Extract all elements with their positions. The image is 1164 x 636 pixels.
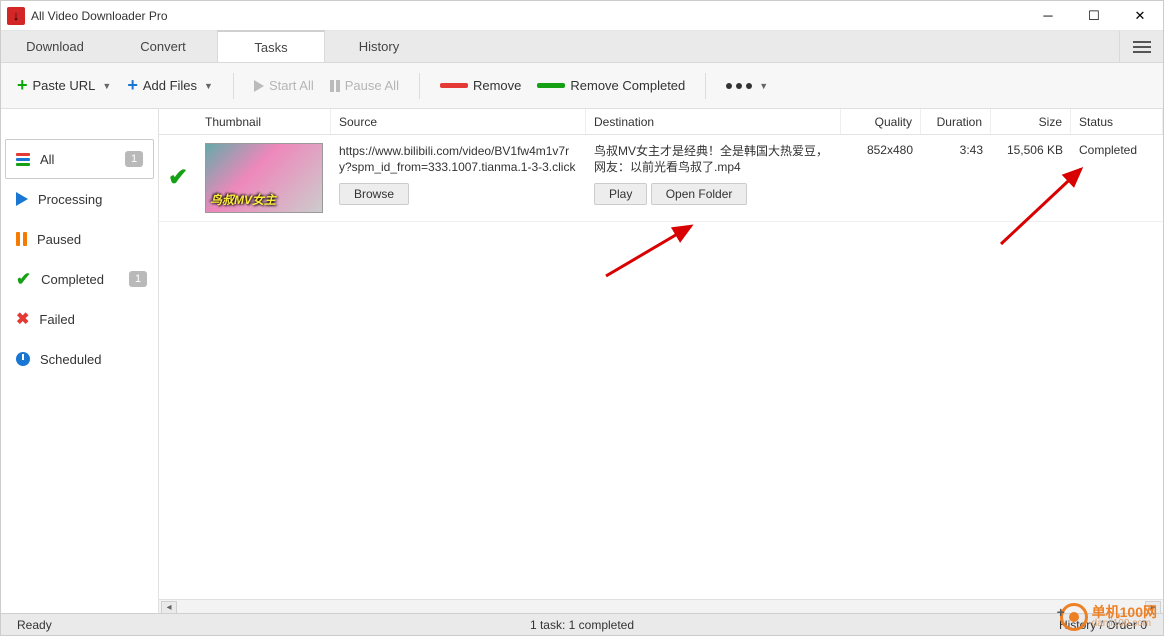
column-status[interactable]: Status	[1071, 109, 1163, 134]
status-left: Ready	[7, 618, 62, 632]
column-destination[interactable]: Destination	[586, 109, 841, 134]
tab-tasks[interactable]: Tasks	[217, 30, 325, 62]
play-button[interactable]: Play	[594, 183, 647, 205]
sidebar-item-failed[interactable]: ✖ Failed	[1, 299, 158, 339]
separator	[419, 73, 420, 99]
sidebar-item-label: Completed	[41, 272, 104, 287]
remove-button[interactable]: Remove	[434, 74, 527, 97]
row-status-icon-cell: ✔	[159, 143, 197, 213]
chevron-down-icon: ▼	[204, 81, 213, 91]
browse-button[interactable]: Browse	[339, 183, 409, 205]
main-tabs: Download Convert Tasks History	[1, 31, 1163, 63]
destination-file: 鸟叔MV女主才是经典！全是韩国大热爱豆，网友：以前光看鸟叔了.mp4	[594, 143, 833, 175]
check-icon: ✔	[168, 163, 188, 192]
sidebar-item-label: All	[40, 152, 54, 167]
sidebar-item-all[interactable]: All 1	[5, 139, 154, 179]
paste-url-label: Paste URL	[33, 78, 96, 93]
remove-completed-button[interactable]: Remove Completed	[531, 74, 691, 97]
cell-duration: 3:43	[921, 143, 991, 213]
chevron-down-icon: ▼	[102, 81, 111, 91]
window-title: All Video Downloader Pro	[31, 9, 1025, 23]
play-icon	[16, 192, 28, 206]
cell-thumbnail: 鸟叔MV女主	[197, 143, 331, 213]
remove-label: Remove	[473, 78, 521, 93]
remove-completed-label: Remove Completed	[570, 78, 685, 93]
remove-completed-icon	[537, 83, 565, 88]
pause-all-label: Pause All	[345, 78, 399, 93]
column-source[interactable]: Source	[331, 109, 586, 134]
paste-url-button[interactable]: + Paste URL ▼	[11, 71, 117, 100]
more-menu-button[interactable]: ▼	[720, 77, 774, 95]
watermark-icon: +	[1060, 603, 1088, 631]
table-row[interactable]: ✔ 鸟叔MV女主 https://www.bilibili.com/video/…	[159, 135, 1163, 222]
sidebar-item-label: Scheduled	[40, 352, 101, 367]
check-icon: ✔	[16, 269, 31, 290]
sidebar-item-label: Processing	[38, 192, 102, 207]
count-badge: 1	[129, 271, 147, 287]
cell-destination: 鸟叔MV女主才是经典！全是韩国大热爱豆，网友：以前光看鸟叔了.mp4 Play …	[586, 143, 841, 213]
separator	[705, 73, 706, 99]
sidebar-item-processing[interactable]: Processing	[1, 179, 158, 219]
x-icon: ✖	[16, 309, 29, 329]
column-size[interactable]: Size	[991, 109, 1071, 134]
count-badge: 1	[125, 151, 143, 167]
pause-icon	[330, 80, 340, 92]
status-center: 1 task: 1 completed	[520, 618, 644, 632]
window-close-button[interactable]: ✕	[1117, 1, 1163, 31]
cell-source: https://www.bilibili.com/video/BV1fw4m1v…	[331, 143, 586, 213]
watermark-domain: danji100.com	[1092, 619, 1157, 629]
cell-size: 15,506 KB	[991, 143, 1071, 213]
tab-history[interactable]: History	[325, 31, 433, 62]
start-all-button[interactable]: Start All	[248, 74, 320, 97]
add-files-button[interactable]: + Add Files ▼	[121, 71, 219, 100]
column-duration[interactable]: Duration	[921, 109, 991, 134]
all-icon	[16, 153, 30, 166]
clock-icon	[16, 352, 30, 366]
watermark-name: 单机100网	[1092, 605, 1157, 619]
sidebar-item-label: Failed	[39, 312, 74, 327]
sidebar: All 1 Processing Paused ✔ Completed 1 ✖ …	[1, 109, 159, 615]
thumbnail-caption: 鸟叔MV女主	[210, 191, 276, 208]
pause-icon	[16, 232, 27, 246]
plus-icon: +	[127, 75, 138, 96]
sidebar-item-label: Paused	[37, 232, 81, 247]
hamburger-menu-button[interactable]	[1119, 31, 1163, 62]
sidebar-item-scheduled[interactable]: Scheduled	[1, 339, 158, 379]
titlebar: ↓ All Video Downloader Pro ─ ☐ ✕	[1, 1, 1163, 31]
more-icon	[726, 83, 752, 89]
window-maximize-button[interactable]: ☐	[1071, 1, 1117, 31]
source-url: https://www.bilibili.com/video/BV1fw4m1v…	[339, 143, 578, 175]
video-thumbnail: 鸟叔MV女主	[205, 143, 323, 213]
cell-status: Completed	[1071, 143, 1163, 213]
main-area: All 1 Processing Paused ✔ Completed 1 ✖ …	[1, 109, 1163, 615]
tab-download[interactable]: Download	[1, 31, 109, 62]
start-all-label: Start All	[269, 78, 314, 93]
table-header: Thumbnail Source Destination Quality Dur…	[159, 109, 1163, 135]
cell-quality: 852x480	[841, 143, 921, 213]
column-thumbnail[interactable]: Thumbnail	[197, 109, 331, 134]
sidebar-item-paused[interactable]: Paused	[1, 219, 158, 259]
app-logo-icon: ↓	[7, 7, 25, 25]
hamburger-icon	[1133, 41, 1151, 53]
task-table: Thumbnail Source Destination Quality Dur…	[159, 109, 1163, 615]
play-icon	[254, 80, 264, 92]
sidebar-item-completed[interactable]: ✔ Completed 1	[1, 259, 158, 299]
open-folder-button[interactable]: Open Folder	[651, 183, 748, 205]
add-files-label: Add Files	[143, 78, 197, 93]
window-minimize-button[interactable]: ─	[1025, 1, 1071, 31]
remove-icon	[440, 83, 468, 88]
statusbar: Ready 1 task: 1 completed History / Orde…	[1, 613, 1163, 635]
plus-icon: +	[17, 75, 28, 96]
toolbar: + Paste URL ▼ + Add Files ▼ Start All Pa…	[1, 63, 1163, 109]
tab-convert[interactable]: Convert	[109, 31, 217, 62]
chevron-down-icon: ▼	[759, 81, 768, 91]
watermark: + 单机100网 danji100.com	[1060, 603, 1157, 631]
separator	[233, 73, 234, 99]
column-quality[interactable]: Quality	[841, 109, 921, 134]
pause-all-button[interactable]: Pause All	[324, 74, 405, 97]
